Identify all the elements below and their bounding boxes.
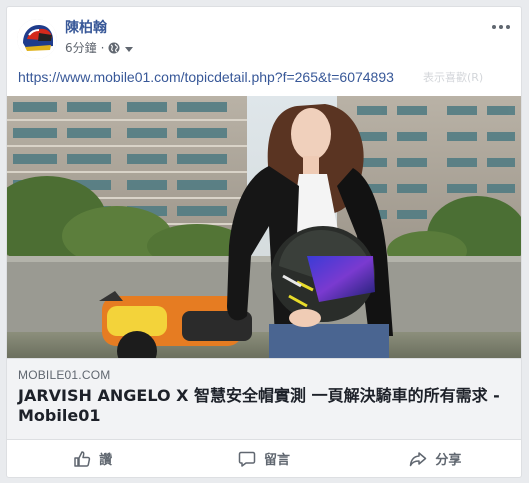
privacy-dropdown-icon[interactable]	[125, 46, 134, 52]
globe-icon[interactable]	[108, 42, 120, 54]
thumbs-up-icon	[74, 450, 91, 467]
link-domain: MOBILE01.COM	[18, 368, 111, 382]
dot-icon	[492, 25, 496, 29]
faded-overlay-text: 表示喜歡(R)	[423, 71, 484, 84]
post-link-text[interactable]: https://www.mobile01.com/topicdetail.php…	[18, 68, 394, 86]
post-timestamp[interactable]: 6分鐘	[65, 40, 97, 56]
link-preview-info[interactable]: MOBILE01.COM JARVISH ANGELO X 智慧安全帽實測 一頁…	[7, 358, 521, 440]
author-avatar[interactable]	[17, 19, 57, 59]
more-options-button[interactable]	[489, 19, 513, 35]
comment-button[interactable]: 留言	[178, 449, 349, 468]
share-button[interactable]: 分享	[350, 449, 521, 468]
comment-icon	[238, 451, 256, 467]
like-label: 讚	[99, 453, 113, 468]
post-meta: 6分鐘 ·	[65, 40, 134, 56]
dot-icon	[506, 25, 510, 29]
share-label: 分享	[435, 453, 462, 468]
dot-icon	[499, 25, 503, 29]
author-name[interactable]: 陳柏翰	[65, 19, 107, 37]
link-preview-image[interactable]	[7, 96, 521, 358]
dot-separator: ·	[100, 41, 105, 55]
comment-label: 留言	[263, 453, 290, 468]
post-card: 陳柏翰 6分鐘 · https://www.mobile01.com/topic…	[6, 6, 522, 478]
like-button[interactable]: 讚	[7, 449, 178, 468]
link-title[interactable]: JARVISH ANGELO X 智慧安全帽實測 一頁解決騎車的所有需求 - M…	[18, 386, 508, 426]
post-actions: 讚 留言 分享	[7, 440, 521, 477]
share-icon	[410, 451, 427, 466]
